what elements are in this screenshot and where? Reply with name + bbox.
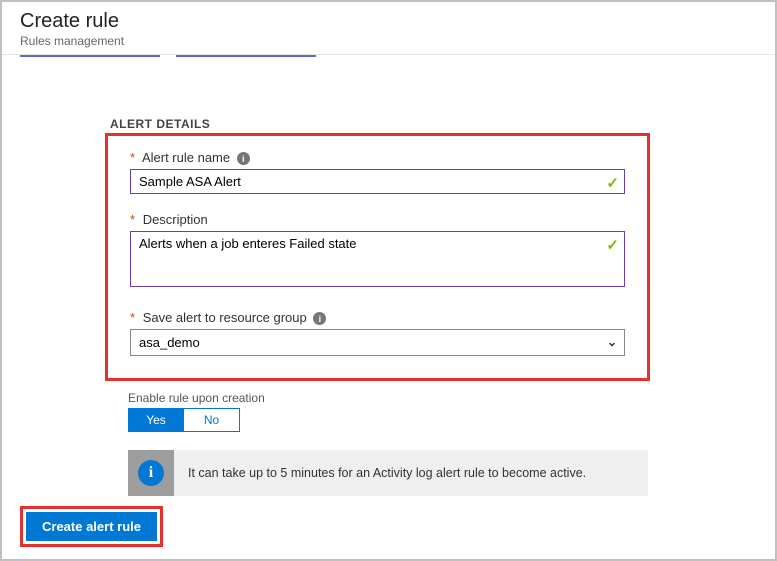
create-alert-rule-button[interactable]: Create alert rule: [26, 512, 157, 541]
page-header: Create rule Rules management: [2, 2, 775, 55]
enable-yes-button[interactable]: Yes: [128, 408, 184, 432]
resource-group-label: * Save alert to resource group i: [130, 310, 625, 325]
check-icon: ✓: [606, 174, 619, 192]
create-button-highlight: Create alert rule: [20, 506, 163, 547]
required-asterisk: *: [130, 212, 135, 227]
enable-rule-toggle: Yes No: [128, 408, 757, 432]
required-asterisk: *: [130, 310, 135, 325]
prior-section-tabs: [20, 55, 757, 57]
rule-name-label: * Alert rule name i: [130, 150, 625, 165]
enable-rule-label: Enable rule upon creation: [128, 391, 757, 405]
rule-name-input[interactable]: [130, 169, 625, 194]
description-input[interactable]: Alerts when a job enteres Failed state: [130, 231, 625, 287]
info-icon-box: i: [128, 450, 174, 496]
notice-text: It can take up to 5 minutes for an Activ…: [174, 466, 600, 480]
info-icon[interactable]: i: [313, 312, 326, 325]
description-label: * Description: [130, 212, 625, 227]
check-icon: ✓: [606, 236, 619, 254]
page-subtitle: Rules management: [20, 34, 757, 48]
info-icon[interactable]: i: [237, 152, 250, 165]
resource-group-select[interactable]: asa_demo: [130, 329, 625, 356]
section-title: ALERT DETAILS: [110, 117, 757, 131]
required-asterisk: *: [130, 150, 135, 165]
alert-details-panel: * Alert rule name i ✓ * Description Aler…: [105, 133, 650, 381]
enable-no-button[interactable]: No: [184, 408, 240, 432]
page-title: Create rule: [20, 10, 757, 33]
info-icon: i: [138, 460, 164, 486]
activation-notice: i It can take up to 5 minutes for an Act…: [128, 450, 648, 496]
